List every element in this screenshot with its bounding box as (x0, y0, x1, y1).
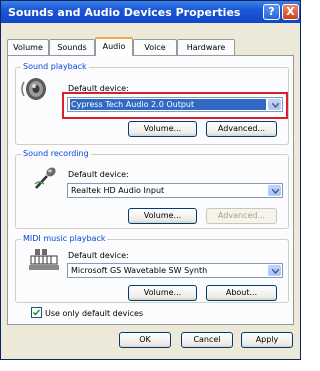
tab-hardware[interactable]: Hardware (177, 39, 235, 55)
checkmark-icon (32, 309, 41, 316)
apply-button[interactable]: Apply (241, 332, 293, 348)
speaker-icon (20, 76, 50, 104)
recording-default-device-label: Default device: (68, 170, 129, 179)
midi-playback-label: MIDI music playback (21, 234, 108, 243)
properties-window: Sounds and Audio Devices Properties ? X … (0, 0, 301, 360)
use-default-label: Use only default devices (45, 309, 144, 318)
tab-voice[interactable]: Voice (133, 39, 177, 55)
midi-default-device-label: Default device: (68, 251, 129, 260)
title-bar[interactable]: Sounds and Audio Devices Properties ? X (1, 1, 300, 23)
tab-bar: Volume Sounds Audio Voice Hardware (1, 37, 300, 57)
midi-volume-button[interactable]: Volume... (128, 285, 197, 301)
use-default-checkbox[interactable] (31, 307, 42, 318)
recording-volume-button[interactable]: Volume... (128, 208, 197, 224)
midi-about-button[interactable]: About... (206, 285, 277, 301)
playback-volume-button[interactable]: Volume... (128, 121, 197, 137)
close-button[interactable]: X (282, 4, 299, 20)
cancel-button[interactable]: Cancel (181, 332, 233, 348)
ok-button[interactable]: OK (119, 332, 171, 348)
midi-device-value: Microsoft GS Wavetable SW Synth (71, 266, 208, 275)
window-title: Sounds and Audio Devices Properties (8, 6, 241, 19)
recording-advanced-button: Advanced... (206, 208, 277, 224)
recording-device-value: Realtek HD Audio Input (71, 186, 165, 195)
sound-playback-label: Sound playback (21, 62, 89, 71)
chevron-down-icon[interactable] (268, 185, 281, 196)
midi-device-select[interactable]: Microsoft GS Wavetable SW Synth (67, 263, 283, 278)
playback-advanced-button[interactable]: Advanced... (206, 121, 277, 137)
sound-recording-label: Sound recording (21, 149, 91, 158)
tab-volume[interactable]: Volume (7, 39, 49, 55)
help-button[interactable]: ? (263, 4, 280, 20)
tab-audio[interactable]: Audio (95, 37, 133, 56)
annotation-highlight (62, 92, 288, 119)
recording-device-select[interactable]: Realtek HD Audio Input (67, 183, 283, 198)
midi-keyboard-icon (29, 249, 59, 273)
tab-sounds[interactable]: Sounds (49, 39, 95, 55)
microphone-icon (33, 164, 59, 192)
chevron-down-icon[interactable] (268, 265, 281, 276)
